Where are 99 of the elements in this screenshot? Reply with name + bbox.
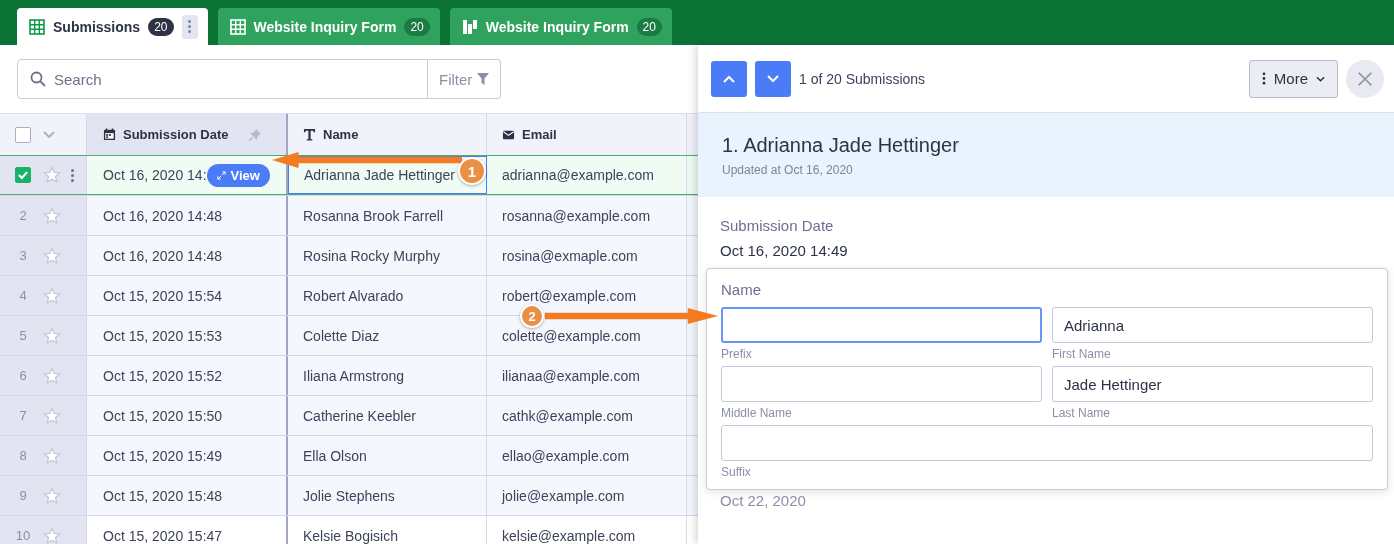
table-cell: Oct 16, 2020 14:48: [103, 207, 223, 224]
view-button[interactable]: View: [206, 163, 270, 187]
table-cell: Jolie Stephens: [303, 487, 395, 504]
caret-icon: [1316, 75, 1325, 82]
table-cell: Oct 15, 2020 15:49: [103, 447, 223, 464]
input-field[interactable]: Adrianna: [1052, 307, 1373, 343]
text-icon: [303, 128, 316, 141]
updated-date: Updated at Oct 16, 2020: [722, 162, 854, 177]
field-label: Name: [721, 281, 762, 298]
mail-icon: [502, 128, 515, 141]
table-cell: Oct 15, 2020 15:53: [103, 327, 223, 344]
close-button[interactable]: [1346, 59, 1384, 98]
field-value: Oct 22, 2020: [720, 492, 807, 509]
count-badge: 20: [148, 17, 174, 36]
search-field[interactable]: Search: [17, 59, 428, 99]
field-caption: Last Name: [1052, 406, 1112, 420]
more-icon[interactable]: [181, 14, 198, 39]
star-icon[interactable]: [43, 486, 61, 505]
row-number: 10: [15, 528, 31, 543]
table-cell: cathk@example.com: [502, 407, 633, 424]
input-field[interactable]: [721, 366, 1042, 402]
submission-counter: 1 of 20 Submissions: [799, 70, 926, 87]
table-cell: ellao@example.com: [502, 447, 630, 464]
row-number: 7: [18, 408, 28, 423]
count-badge: 20: [636, 17, 662, 36]
table-cell: Colette Diaz: [303, 327, 380, 344]
table-cell: Oct 15, 2020 15:47: [103, 527, 223, 544]
star-icon[interactable]: [43, 326, 61, 345]
input-field[interactable]: [721, 307, 1042, 343]
pin-icon[interactable]: [248, 127, 262, 142]
more-icon: [1261, 72, 1266, 85]
table-cell: Oct 16, 2020 14:48: [103, 247, 223, 264]
star-icon[interactable]: [43, 366, 61, 385]
field-value: Oct 16, 2020 14:49: [720, 242, 849, 259]
star-icon[interactable]: [43, 206, 61, 225]
row-number: 6: [18, 368, 28, 383]
row-number: 8: [18, 448, 28, 463]
count-badge: 20: [404, 17, 430, 36]
previous-button[interactable]: [711, 60, 747, 97]
star-icon[interactable]: [43, 526, 61, 544]
table-cell: adrianna@example.com: [502, 167, 654, 183]
search-icon: [30, 71, 46, 87]
chevron-up-icon: [722, 73, 736, 84]
row-number: 5: [18, 328, 28, 343]
table-cell: Oct 15, 2020 15:52: [103, 367, 223, 384]
grid-icon: [229, 18, 246, 35]
table-cell: Oct 15, 2020 15:48: [103, 487, 223, 504]
column-header[interactable]: Submission Date: [87, 114, 288, 155]
tab[interactable]: Website Inquiry Form 20: [449, 8, 672, 45]
field-caption: First Name: [1052, 347, 1112, 361]
input-field[interactable]: Jade Hettinger: [1052, 366, 1373, 402]
chevron-down-icon[interactable]: [43, 130, 55, 139]
table-cell: jolie@example.com: [502, 487, 625, 504]
close-icon: [1356, 69, 1374, 88]
more-icon[interactable]: [71, 168, 74, 182]
row-number: 9: [18, 488, 28, 503]
star-icon[interactable]: [43, 406, 61, 425]
row-number: 2: [18, 208, 28, 223]
table-cell: rosanna@example.com: [502, 207, 651, 224]
star-icon[interactable]: [43, 166, 61, 184]
table-cell: Oct 15, 2020 15:54: [103, 287, 223, 304]
row-number: 4: [18, 288, 28, 303]
table-cell: Robert Alvarado: [303, 287, 404, 304]
table-cell: Rosanna Brook Farrell: [303, 207, 444, 224]
calendar-icon: [103, 128, 116, 141]
grid-icon: [29, 18, 45, 35]
table-cell: Catherine Keebler: [303, 407, 416, 424]
row-number: 3: [18, 248, 28, 263]
table-cell: ilianaa@example.com: [502, 367, 640, 384]
chevron-down-icon: [766, 73, 780, 84]
next-button[interactable]: [755, 60, 791, 97]
field-caption: Middle Name: [721, 406, 793, 420]
tab[interactable]: Submissions 20: [17, 8, 208, 45]
table-cell: robert@example.com: [502, 287, 637, 304]
table-cell: Iliana Armstrong: [303, 367, 405, 384]
expand-icon: [216, 170, 226, 180]
table-cell: Rosina Rocky Murphy: [303, 247, 440, 264]
checkbox[interactable]: [15, 167, 31, 183]
table-cell: Ella Olson: [303, 447, 367, 464]
filter-icon: [477, 73, 490, 85]
star-icon[interactable]: [43, 286, 61, 305]
table-cell: Oct 16, 2020 14:: [103, 167, 207, 183]
select-all-checkbox[interactable]: [15, 126, 31, 143]
more-button[interactable]: More: [1248, 59, 1338, 98]
bar-chart-icon: [461, 18, 478, 35]
table-cell: rosina@exmaple.com: [502, 247, 638, 264]
field-caption: Suffix: [721, 465, 752, 479]
field-label: Submission Date: [720, 217, 835, 234]
table-cell: Oct 15, 2020 15:50: [103, 407, 223, 424]
tab[interactable]: Website Inquiry Form 20: [217, 8, 440, 45]
table-cell: colette@example.com: [502, 327, 641, 344]
star-icon[interactable]: [43, 446, 61, 465]
star-icon[interactable]: [43, 246, 61, 265]
table-cell: kelsie@example.com: [502, 527, 636, 544]
submission-title: 1. Adrianna Jade Hettinger: [722, 133, 960, 157]
field-caption: Prefix: [721, 347, 753, 361]
input-field[interactable]: [721, 425, 1373, 461]
table-cell: Adrianna Jade Hettinger: [304, 167, 455, 183]
table-cell: Kelsie Bogisich: [303, 527, 398, 544]
